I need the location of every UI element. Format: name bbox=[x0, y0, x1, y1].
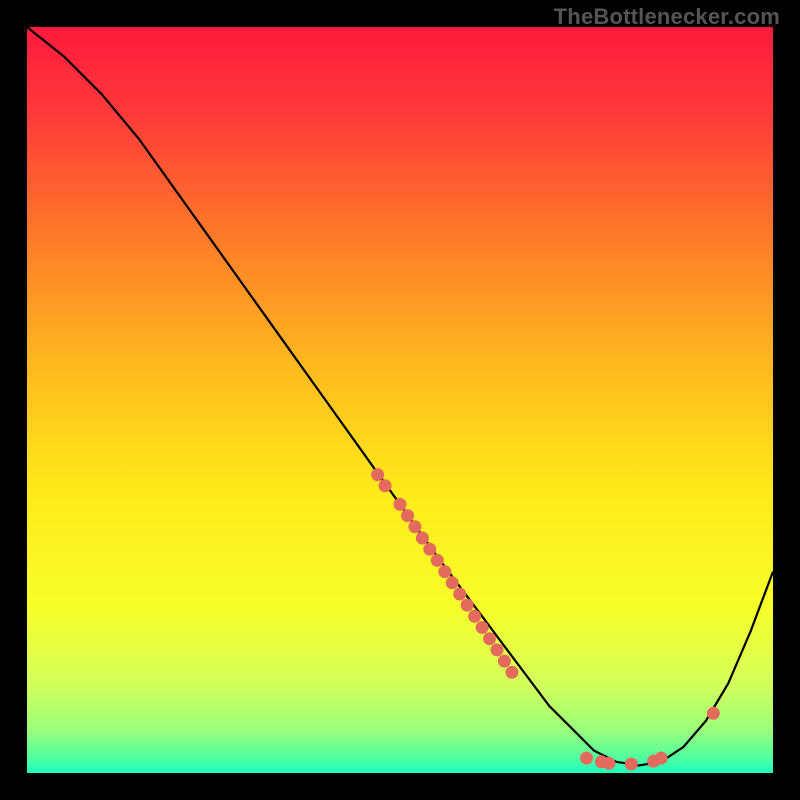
data-point bbox=[483, 632, 496, 645]
data-point bbox=[408, 520, 421, 533]
data-point bbox=[416, 532, 429, 545]
bottleneck-curve-chart bbox=[0, 0, 800, 800]
data-point bbox=[423, 543, 436, 556]
data-point bbox=[379, 479, 392, 492]
chart-frame: TheBottlenecker.com bbox=[0, 0, 800, 800]
data-point bbox=[498, 655, 511, 668]
data-point bbox=[401, 509, 414, 522]
data-point bbox=[707, 707, 720, 720]
data-point bbox=[461, 599, 474, 612]
data-point bbox=[431, 554, 444, 567]
data-point bbox=[394, 498, 407, 511]
data-point bbox=[602, 757, 615, 770]
data-point bbox=[491, 643, 504, 656]
data-point bbox=[446, 576, 459, 589]
data-point bbox=[438, 565, 451, 578]
data-point bbox=[476, 621, 489, 634]
data-point bbox=[625, 758, 638, 771]
data-point bbox=[580, 752, 593, 765]
data-point bbox=[371, 468, 384, 481]
data-point bbox=[505, 666, 518, 679]
data-point bbox=[468, 610, 481, 623]
data-point bbox=[453, 588, 466, 601]
watermark-text: TheBottlenecker.com bbox=[554, 4, 780, 30]
data-point bbox=[655, 752, 668, 765]
